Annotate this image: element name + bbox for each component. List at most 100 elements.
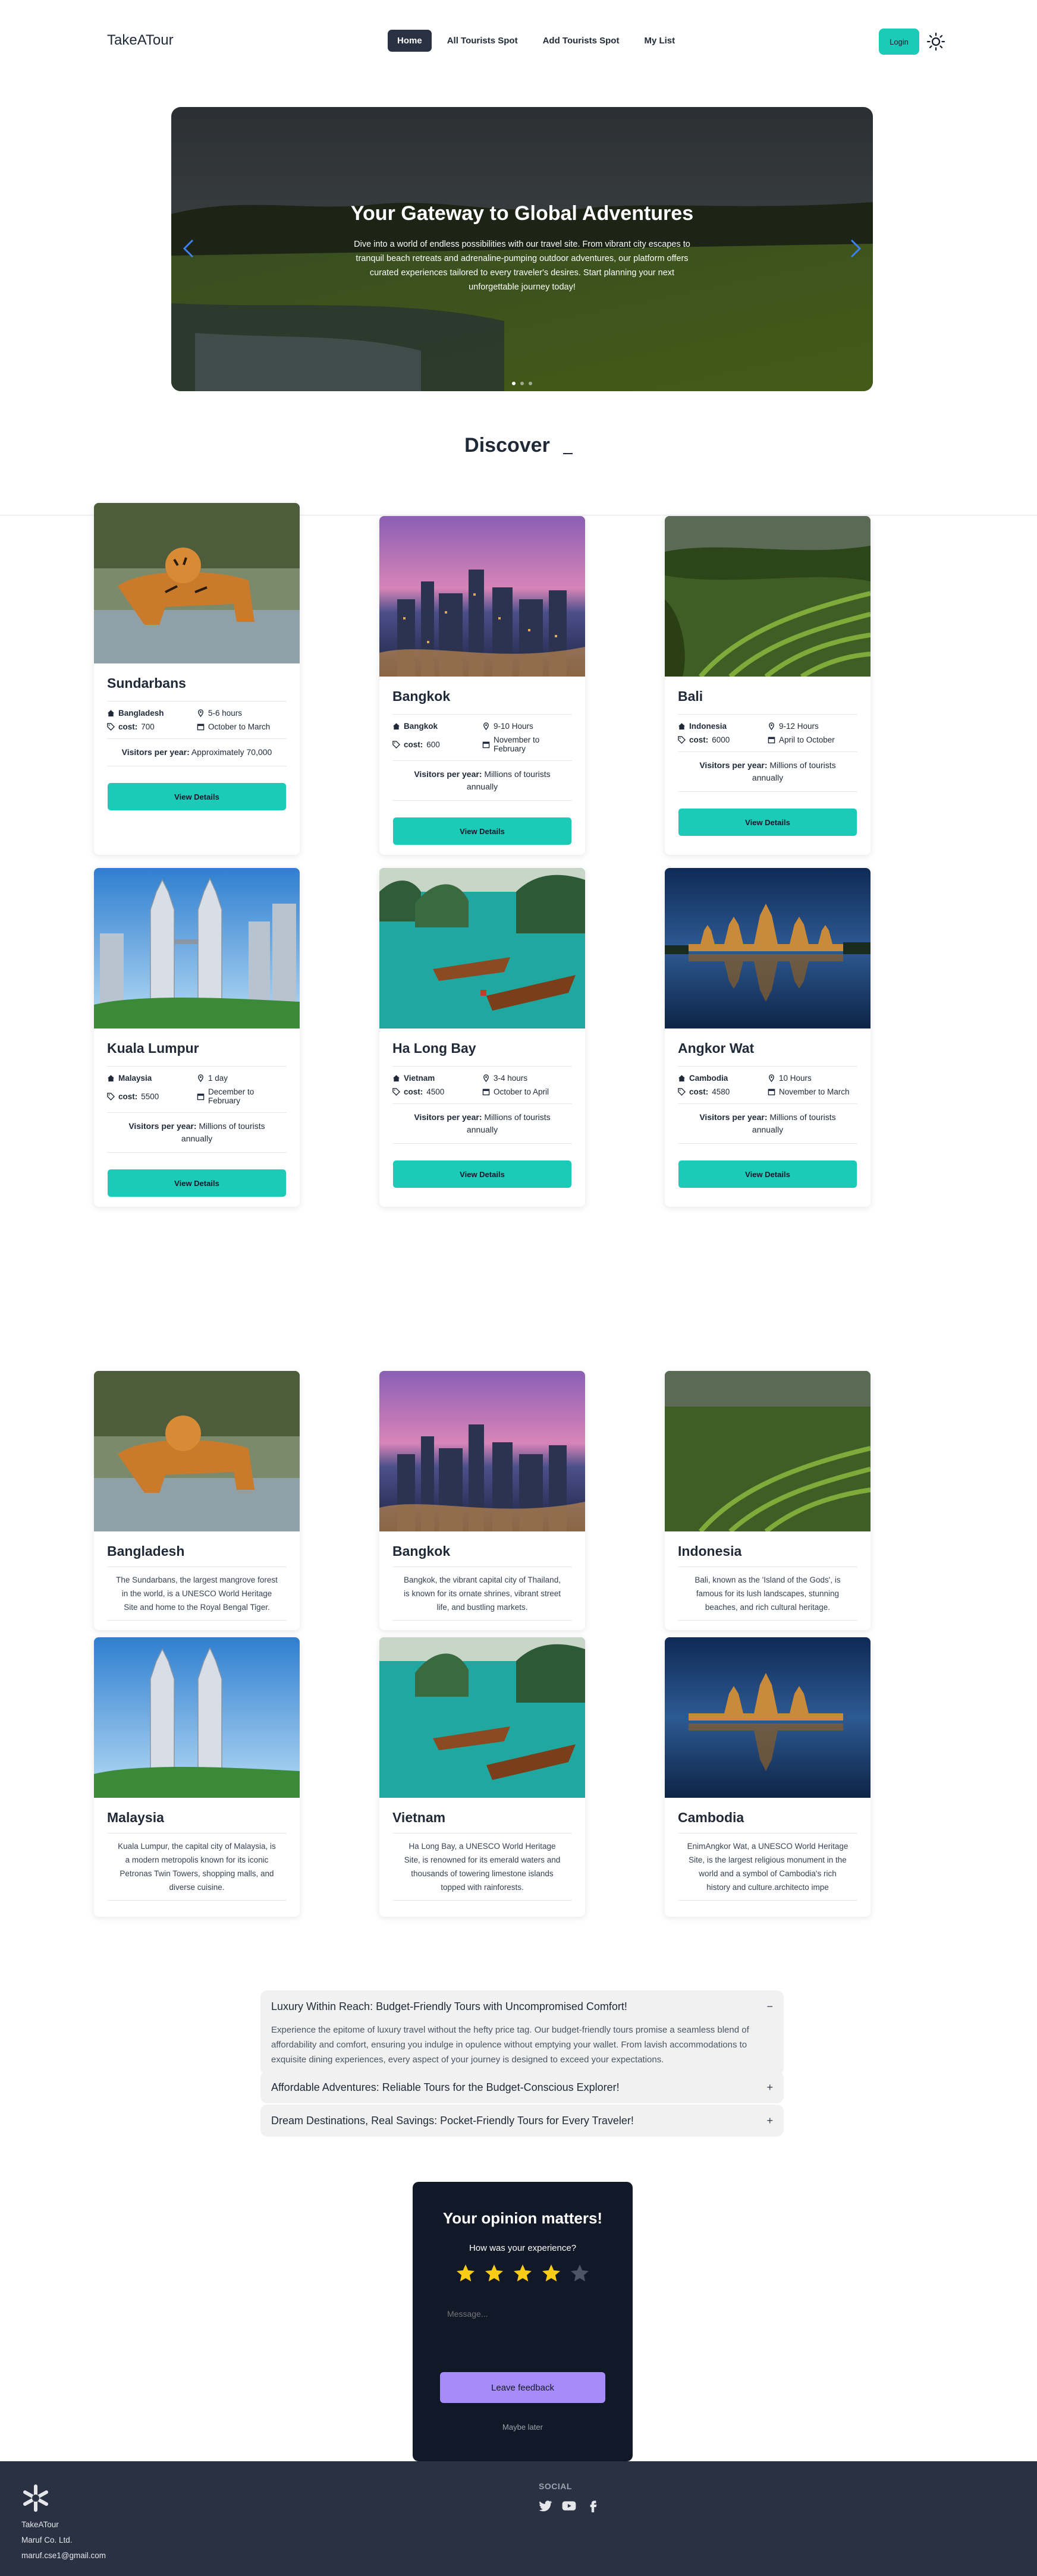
spot-visitors: Visitors per year: Millions of tourists … — [392, 761, 572, 801]
spot-card-body: Ha Long Bay Vietnam 3-4 hours cost: 4500 … — [392, 1040, 572, 1188]
spot-visitors: Visitors per year: Millions of tourists … — [678, 752, 857, 792]
carousel-dot[interactable] — [520, 382, 524, 385]
country-card[interactable]: Bangladesh The Sundarbans, the largest m… — [94, 1371, 300, 1630]
country-image-indonesia — [665, 1371, 871, 1531]
nav-home[interactable]: Home — [388, 30, 432, 52]
minus-icon[interactable]: − — [766, 2001, 773, 2013]
view-details-button[interactable]: View Details — [393, 817, 571, 845]
maybe-later-link[interactable]: Maybe later — [413, 2423, 633, 2432]
country-description: EnimAngkor Wat, a UNESCO World Heritage … — [678, 1833, 857, 1901]
footer-company-line: Maruf Co. Ltd. — [21, 2536, 73, 2544]
nav-add-tourists-spot[interactable]: Add Tourists Spot — [533, 30, 629, 52]
spot-visitors: Visitors per year: Approximately 70,000 — [107, 739, 287, 766]
footer-company-info: TakeATour Maruf Co. Ltd. maruf.cse1@gmai… — [21, 2517, 106, 2564]
map-pin-icon — [483, 722, 489, 730]
discover-title: Discover — [464, 434, 550, 457]
view-details-button[interactable]: View Details — [678, 809, 857, 836]
footer-company-name: TakeATour — [21, 2520, 59, 2529]
country-card-body: Cambodia EnimAngkor Wat, a UNESCO World … — [678, 1810, 857, 1901]
spot-meta: Vietnam 3-4 hours cost: 4500 October to A… — [392, 1066, 572, 1104]
spot-country: Vietnam — [392, 1074, 482, 1083]
faq-question[interactable]: Dream Destinations, Real Savings: Pocket… — [260, 2105, 784, 2137]
carousel-dot[interactable] — [512, 382, 516, 385]
country-name: Malaysia — [107, 1810, 164, 1825]
brand-logo[interactable]: TakeATour — [107, 32, 174, 49]
country-card[interactable]: Indonesia Bali, known as the 'Island of … — [665, 1371, 871, 1630]
country-card-body: Bangladesh The Sundarbans, the largest m… — [107, 1543, 287, 1621]
youtube-icon[interactable] — [561, 2498, 577, 2514]
spot-card-body: Bangkok Bangkok 9-10 Hours cost: 600 Nove… — [392, 688, 572, 845]
country-card[interactable]: Bangkok Bangkok, the vibrant capital cit… — [379, 1371, 585, 1630]
spot-duration: 3-4 hours — [482, 1074, 572, 1083]
spot-card: Kuala Lumpur Malaysia 1 day cost: 5500 De… — [94, 868, 300, 1207]
spot-season: October to March — [197, 722, 287, 731]
spot-name: Ha Long Bay — [392, 1040, 476, 1056]
view-details-button[interactable]: View Details — [678, 1160, 857, 1188]
chevron-left-icon[interactable] — [177, 237, 201, 260]
calendar-icon — [197, 1093, 205, 1100]
spot-name: Bangkok — [392, 688, 451, 704]
hero-description: Dive into a world of endless possibiliti… — [354, 240, 690, 292]
tag-icon — [392, 740, 400, 748]
star-icon[interactable] — [512, 2263, 533, 2284]
nav-my-list[interactable]: My List — [634, 30, 684, 52]
footer-email[interactable]: maruf.cse1@gmail.com — [21, 2548, 106, 2564]
view-details-button[interactable]: View Details — [108, 783, 286, 810]
country-name: Vietnam — [392, 1810, 446, 1825]
feedback-message-input[interactable] — [439, 2301, 607, 2366]
chevron-right-icon[interactable] — [843, 237, 867, 260]
country-card[interactable]: Vietnam Ha Long Bay, a UNESCO World Heri… — [379, 1637, 585, 1917]
plus-icon[interactable]: + — [766, 2081, 773, 2094]
country-image-bangladesh — [94, 1371, 300, 1531]
spot-country: Indonesia — [678, 722, 768, 731]
spot-cost: cost: 4580 — [678, 1087, 768, 1096]
country-image-vietnam — [379, 1637, 585, 1798]
spot-cost: cost: 5500 — [107, 1087, 197, 1105]
star-icon[interactable] — [483, 2263, 505, 2284]
spot-meta: Indonesia 9-12 Hours cost: 6000 April to … — [678, 714, 857, 752]
star-icon[interactable] — [569, 2263, 590, 2284]
star-icon[interactable] — [541, 2263, 562, 2284]
tag-icon — [107, 1092, 115, 1100]
spot-card-body: Kuala Lumpur Malaysia 1 day cost: 5500 De… — [107, 1040, 287, 1197]
home-icon — [392, 1075, 400, 1082]
country-name: Bangladesh — [107, 1543, 185, 1559]
spot-country: Malaysia — [107, 1074, 197, 1083]
typing-cursor — [563, 439, 573, 455]
spot-cost: cost: 600 — [392, 735, 482, 753]
view-details-button[interactable]: View Details — [108, 1169, 286, 1197]
twitter-icon[interactable] — [538, 2498, 553, 2514]
spot-country: Cambodia — [678, 1074, 768, 1083]
country-card-body: Bangkok Bangkok, the vibrant capital cit… — [392, 1543, 572, 1621]
nav-all-tourists-spot[interactable]: All Tourists Spot — [438, 30, 527, 52]
spot-duration: 9-10 Hours — [482, 722, 572, 731]
spot-cost: cost: 6000 — [678, 735, 768, 744]
plus-icon[interactable]: + — [766, 2115, 773, 2127]
view-details-button[interactable]: View Details — [393, 1160, 571, 1188]
faq-item-open: Luxury Within Reach: Budget-Friendly Tou… — [260, 1990, 784, 2075]
spot-country: Bangkok — [392, 722, 482, 731]
faq-question[interactable]: Luxury Within Reach: Budget-Friendly Tou… — [260, 1990, 784, 2023]
spot-season: December to February — [197, 1087, 287, 1105]
spot-cost: cost: 4500 — [392, 1087, 482, 1096]
spot-duration: 5-6 hours — [197, 709, 287, 718]
map-pin-icon — [198, 1074, 203, 1082]
country-card-body: Malaysia Kuala Lumpur, the capital city … — [107, 1810, 287, 1901]
spot-duration: 10 Hours — [768, 1074, 857, 1083]
sun-icon[interactable] — [926, 32, 945, 51]
feedback-title: Your opinion matters! — [442, 2209, 603, 2227]
star-icon[interactable] — [455, 2263, 476, 2284]
main-menu: Home All Tourists Spot Add Tourists Spot… — [388, 30, 684, 52]
facebook-icon[interactable] — [585, 2498, 601, 2514]
login-button[interactable]: Login — [879, 29, 919, 55]
country-card[interactable]: Cambodia EnimAngkor Wat, a UNESCO World … — [665, 1637, 871, 1917]
spot-card: Bangkok Bangkok 9-10 Hours cost: 600 Nove… — [379, 516, 585, 855]
carousel-dot[interactable] — [529, 382, 532, 385]
spot-card-body: Bali Indonesia 9-12 Hours cost: 6000 Apri… — [678, 688, 857, 836]
country-card[interactable]: Malaysia Kuala Lumpur, the capital city … — [94, 1637, 300, 1917]
map-pin-icon — [769, 722, 774, 730]
leave-feedback-button[interactable]: Leave feedback — [440, 2372, 605, 2403]
faq-question[interactable]: Affordable Adventures: Reliable Tours fo… — [260, 2071, 784, 2103]
carousel-dots — [171, 382, 873, 385]
spot-season: November to February — [482, 735, 572, 753]
